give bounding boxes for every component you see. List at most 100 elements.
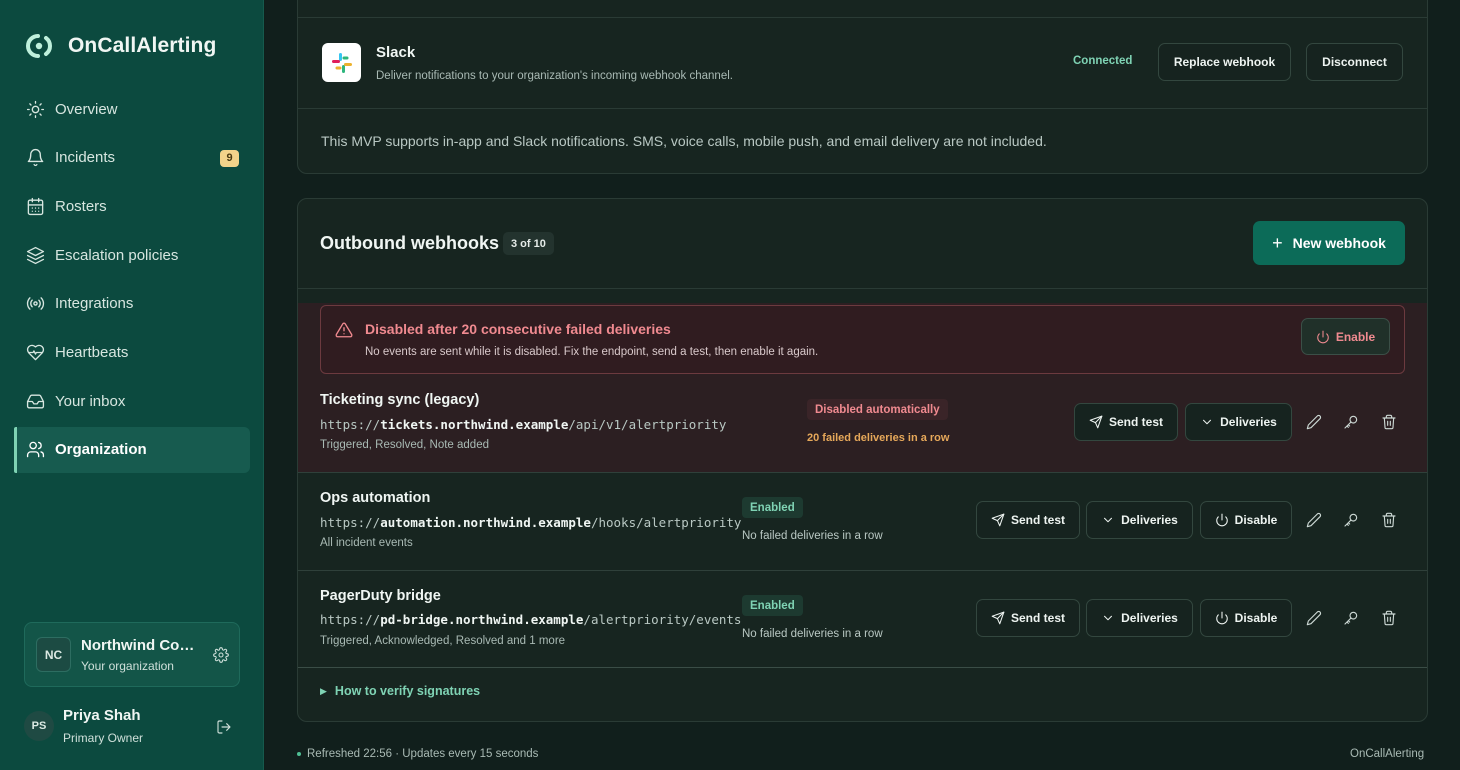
heart-pulse-icon bbox=[25, 342, 45, 362]
sidebar: OnCallAlerting Overview Incidents 9 Rost… bbox=[0, 0, 264, 770]
sidebar-item-overview[interactable]: Overview bbox=[14, 86, 250, 132]
trash-icon[interactable] bbox=[1379, 510, 1399, 530]
enable-label: Enable bbox=[1335, 329, 1376, 344]
webhook-name: Ops automation bbox=[320, 490, 431, 506]
power-icon bbox=[1215, 611, 1228, 625]
key-icon[interactable] bbox=[1341, 510, 1361, 530]
sidebar-item-label: Organization bbox=[55, 441, 147, 459]
live-dot-icon bbox=[297, 752, 301, 756]
trash-icon[interactable] bbox=[1379, 412, 1399, 432]
sidebar-item-incidents[interactable]: Incidents 9 bbox=[14, 135, 250, 181]
webhook-url: https://tickets.northwind.example/api/v1… bbox=[320, 417, 727, 432]
sidebar-item-label: Incidents bbox=[55, 149, 116, 167]
warning-triangle-icon bbox=[335, 321, 353, 339]
deliveries-button[interactable]: Deliveries bbox=[1086, 501, 1193, 539]
disable-button[interactable]: Disable bbox=[1200, 599, 1292, 637]
org-subtitle: Your organization bbox=[81, 659, 174, 673]
sun-icon bbox=[25, 99, 45, 119]
sidebar-nav: Overview Incidents 9 Rosters Escalation … bbox=[14, 86, 250, 476]
user-role: Primary Owner bbox=[63, 731, 144, 745]
trash-icon[interactable] bbox=[1379, 608, 1399, 628]
users-icon bbox=[25, 440, 45, 460]
sidebar-item-label: Overview bbox=[55, 100, 118, 118]
failure-count-text: 20 failed deliveries in a row bbox=[807, 432, 950, 444]
sidebar-item-your-inbox[interactable]: Your inbox bbox=[14, 378, 250, 424]
webhook-count-badge: 3 of 10 bbox=[503, 232, 554, 255]
plus-icon: + bbox=[1272, 233, 1283, 253]
pencil-icon[interactable] bbox=[1304, 608, 1324, 628]
sidebar-item-label: Escalation policies bbox=[55, 246, 179, 264]
disable-button[interactable]: Disable bbox=[1200, 501, 1292, 539]
pencil-icon[interactable] bbox=[1304, 412, 1324, 432]
verify-signatures-label: How to verify signatures bbox=[334, 684, 481, 698]
sidebar-item-label: Your inbox bbox=[55, 392, 126, 410]
send-test-button[interactable]: Send test bbox=[976, 501, 1080, 539]
outbound-webhooks-card: Outbound webhooks 3 of 10 + New webhook … bbox=[297, 198, 1428, 722]
failure-count-text: No failed deliveries in a row bbox=[742, 530, 883, 542]
user-name: Priya Shah bbox=[63, 707, 141, 724]
disconnect-button[interactable]: Disconnect bbox=[1306, 43, 1403, 81]
power-icon bbox=[1317, 330, 1329, 343]
sidebar-item-integrations[interactable]: Integrations bbox=[14, 281, 250, 327]
org-switcher[interactable]: NC Northwind Com... Your organization bbox=[24, 622, 240, 687]
sidebar-item-escalation-policies[interactable]: Escalation policies bbox=[14, 232, 250, 278]
divider bbox=[298, 108, 1427, 109]
layers-icon bbox=[25, 245, 45, 265]
deliveries-label: Deliveries bbox=[1220, 415, 1277, 429]
sidebar-item-heartbeats[interactable]: Heartbeats bbox=[14, 329, 250, 375]
send-test-label: Send test bbox=[1010, 513, 1065, 527]
alert-description: No events are sent while it is disabled.… bbox=[365, 346, 819, 358]
org-name: Northwind Com... bbox=[81, 637, 205, 654]
calendar-icon bbox=[25, 196, 45, 216]
sidebar-item-label: Integrations bbox=[55, 295, 134, 313]
slack-integration-card: Slack Deliver notifications to your orga… bbox=[297, 0, 1428, 174]
send-test-label: Send test bbox=[1108, 415, 1163, 429]
webhook-name: PagerDuty bridge bbox=[320, 588, 441, 604]
send-test-button[interactable]: Send test bbox=[1074, 403, 1178, 441]
send-test-label: Send test bbox=[1010, 611, 1065, 625]
logo-icon bbox=[26, 34, 52, 58]
avatar: PS bbox=[24, 711, 54, 741]
deliveries-button[interactable]: Deliveries bbox=[1086, 599, 1193, 637]
verify-signatures-disclosure[interactable]: ▶ How to verify signatures bbox=[320, 684, 480, 698]
logout-icon[interactable] bbox=[216, 719, 232, 735]
inbox-icon bbox=[25, 391, 45, 411]
disable-label: Disable bbox=[1234, 611, 1278, 625]
replace-webhook-button[interactable]: Replace webhook bbox=[1158, 43, 1291, 81]
disabled-alert: Disabled after 20 consecutive failed del… bbox=[320, 305, 1405, 374]
pencil-icon[interactable] bbox=[1304, 510, 1324, 530]
divider bbox=[298, 570, 1427, 571]
webhook-name: Ticketing sync (legacy) bbox=[320, 392, 480, 408]
sidebar-item-label: Rosters bbox=[55, 197, 107, 215]
status-badge: Enabled bbox=[742, 595, 803, 616]
main-content: Slack Deliver notifications to your orga… bbox=[265, 0, 1460, 770]
webhook-events: All incident events bbox=[320, 537, 413, 549]
brand-name: OnCallAlerting bbox=[68, 34, 217, 57]
deliveries-button[interactable]: Deliveries bbox=[1185, 403, 1292, 441]
incidents-count-badge: 9 bbox=[220, 149, 239, 167]
new-webhook-button[interactable]: + New webhook bbox=[1253, 221, 1405, 265]
webhook-url: https://pd-bridge.northwind.example/aler… bbox=[320, 612, 742, 627]
footer-brand: OnCallAlerting bbox=[1350, 748, 1425, 760]
chevron-down-icon bbox=[1104, 517, 1113, 523]
divider bbox=[298, 17, 1427, 18]
gear-icon[interactable] bbox=[213, 647, 229, 663]
section-title: Outbound webhooks bbox=[320, 233, 499, 253]
bell-icon bbox=[25, 148, 45, 168]
notification-scope-note: This MVP supports in-app and Slack notif… bbox=[321, 133, 1047, 149]
webhook-events: Triggered, Acknowledged, Resolved and 1 … bbox=[320, 635, 566, 647]
chevron-down-icon bbox=[1104, 615, 1113, 621]
divider bbox=[298, 667, 1427, 668]
brand[interactable]: OnCallAlerting bbox=[24, 32, 216, 60]
enable-webhook-button[interactable]: Enable bbox=[1301, 318, 1390, 355]
deliveries-label: Deliveries bbox=[1121, 513, 1178, 527]
key-icon[interactable] bbox=[1341, 412, 1361, 432]
sidebar-item-organization[interactable]: Organization bbox=[14, 426, 250, 473]
sidebar-item-rosters[interactable]: Rosters bbox=[14, 183, 250, 229]
refresh-status: Refreshed 22:56 · Updates every 15 secon… bbox=[297, 748, 538, 760]
status-badge: Disabled automatically bbox=[807, 399, 948, 420]
divider bbox=[298, 472, 1427, 473]
key-icon[interactable] bbox=[1341, 608, 1361, 628]
send-icon bbox=[991, 513, 1005, 527]
send-test-button[interactable]: Send test bbox=[976, 599, 1080, 637]
